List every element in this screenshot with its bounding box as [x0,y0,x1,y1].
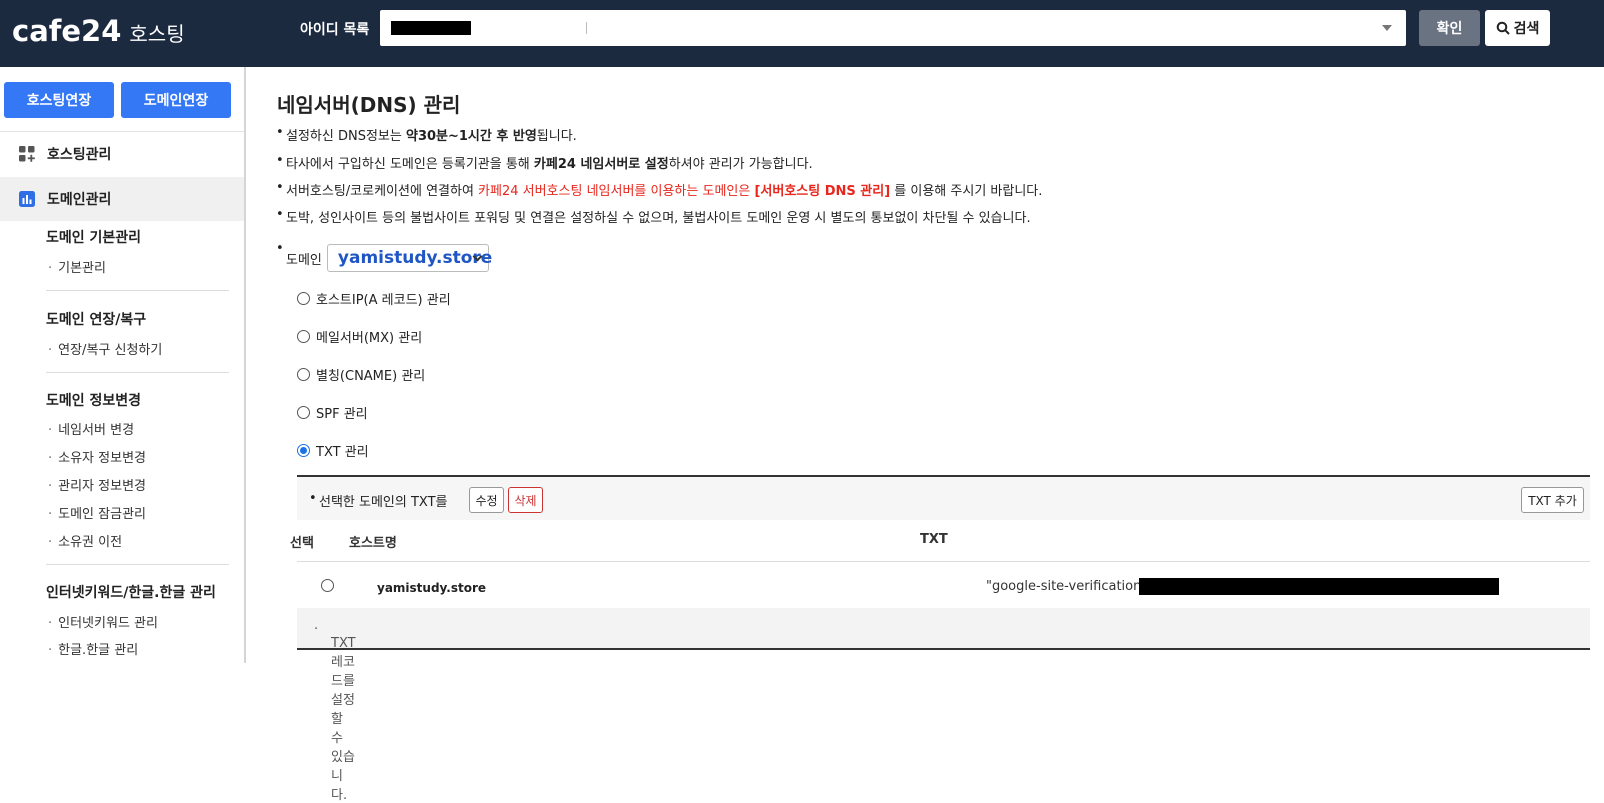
column-header-hostname: 호스트명 [349,536,397,551]
sub-item-ownership-transfer[interactable]: · 소유권 이전 [48,531,122,550]
notice-reflect-time: 설정하신 DNS정보는 약30분~1시간 후 반영됩니다. [276,125,577,144]
logo-subtitle: 호스팅 [129,22,185,46]
radio-mx[interactable]: 메일서버(MX) 관리 [297,327,422,346]
server-hosting-dns-link[interactable]: [서버호스팅 DNS 관리] [754,184,890,199]
notice-other-registrar: 타사에서 구입하신 도메인은 등록기관을 통해 카페24 네임서버로 설정하셔야… [276,153,813,172]
row-hostname: yamistudy.store [377,581,487,595]
row-select-radio[interactable] [321,579,334,592]
txt-toolbar: 선택한 도메인의 TXT를 수정 삭제 TXT 추가 [297,475,1590,520]
sidebar-item-domain[interactable]: 도메인관리 [0,177,244,221]
domain-select-value: yamistudy.store [337,248,493,268]
sub-item-hangul-manage[interactable]: · 한글.한글 관리 [48,639,138,658]
radio-button[interactable] [297,330,310,343]
foot-note-text: · TXT레코드를 설정할 수 있습니다. [314,622,356,803]
radio-spf[interactable]: SPF 관리 [297,403,368,422]
sub-item-nameserver-change[interactable]: · 네임서버 변경 [48,419,134,438]
radio-cname[interactable]: 별칭(CNAME) 관리 [297,365,425,384]
logo-text: cafe24 [12,14,122,48]
radio-button[interactable] [297,292,310,305]
id-list-select[interactable] [380,10,1406,46]
redacted-id [391,21,471,35]
txt-foot-note: · TXT레코드를 설정할 수 있습니다. [297,608,1590,803]
table-divider [297,561,1590,562]
grid-plus-icon [19,146,35,162]
column-header-txt: TXT [920,532,948,547]
txt-toolbar-label: 선택한 도메인의 TXT를 [309,491,447,510]
radio-txt[interactable]: TXT 관리 [297,441,369,460]
group-divider [46,290,229,291]
search-button[interactable]: 검색 [1485,10,1550,46]
sidebar-item-hosting[interactable]: 호스팅관리 [0,132,244,176]
bar-chart-icon [19,191,35,207]
sidebar: 호스팅연장 도메인연장 호스팅관리 도메인관리 도메인 기본관리 · 기본관리 도… [0,67,246,663]
logo[interactable]: cafe24 호스팅 [12,14,185,48]
top-header: cafe24 호스팅 아이디 목록 확인 검색 [0,0,1604,67]
group-title-domain-basic: 도메인 기본관리 [46,230,142,246]
sub-item-owner-change[interactable]: · 소유자 정보변경 [48,447,146,466]
sidebar-item-label: 도메인관리 [47,192,112,208]
group-divider [46,564,229,565]
group-title-domain-renew: 도메인 연장/복구 [46,312,147,328]
sub-item-lock-manage[interactable]: · 도메인 잠금관리 [48,503,146,522]
main-content: 네임서버(DNS) 관리 설정하신 DNS정보는 약30분~1시간 후 반영됩니… [246,67,1604,803]
domain-label: 도메인 [286,252,322,268]
domain-select[interactable]: yamistudy.store [326,244,493,272]
add-txt-button[interactable]: TXT 추가 [1521,487,1584,513]
sub-item-keyword-manage[interactable]: · 인터넷키워드 관리 [48,612,158,631]
search-icon [1496,21,1510,35]
search-button-label: 검색 [1513,21,1540,37]
page-title: 네임서버(DNS) 관리 [277,93,461,117]
redacted-txt [1139,578,1499,595]
sub-item-basic-manage[interactable]: · 기본관리 [48,257,106,276]
radio-button[interactable] [297,368,310,381]
radio-a-record[interactable]: 호스트IP(A 레코드) 관리 [297,289,451,308]
radio-button-checked[interactable] [297,444,310,457]
hosting-extend-button[interactable]: 호스팅연장 [4,82,114,118]
group-title-domain-info: 도메인 정보변경 [46,393,142,409]
notice-server-hosting: 서버호스팅/코로케이션에 연결하여 카페24 서버호스팅 네임서버를 이용하는 … [276,180,1042,199]
column-header-select: 선택 [290,536,314,551]
select-divider [586,22,587,34]
delete-button[interactable]: 삭제 [508,487,543,513]
id-list-label: 아이디 목록 [300,22,370,38]
edit-button[interactable]: 수정 [469,487,504,513]
notice-illegal-sites: 도박, 성인사이트 등의 불법사이트 포워딩 및 연결은 설정하실 수 없으며,… [276,207,1031,226]
confirm-button[interactable]: 확인 [1419,10,1480,46]
group-title-keyword: 인터넷키워드/한글.한글 관리 [46,585,216,601]
sub-item-renew-request[interactable]: · 연장/복구 신청하기 [48,339,162,358]
group-divider [46,372,229,373]
chevron-down-icon [1382,25,1392,31]
sidebar-item-label: 호스팅관리 [47,147,112,163]
domain-extend-button[interactable]: 도메인연장 [121,82,231,118]
domain-select-row: • 도메인 yamistudy.store [276,241,493,272]
sub-item-admin-change[interactable]: · 관리자 정보변경 [48,475,146,494]
row-txt-value: "google-site-verification= [986,579,1153,594]
radio-button[interactable] [297,406,310,419]
